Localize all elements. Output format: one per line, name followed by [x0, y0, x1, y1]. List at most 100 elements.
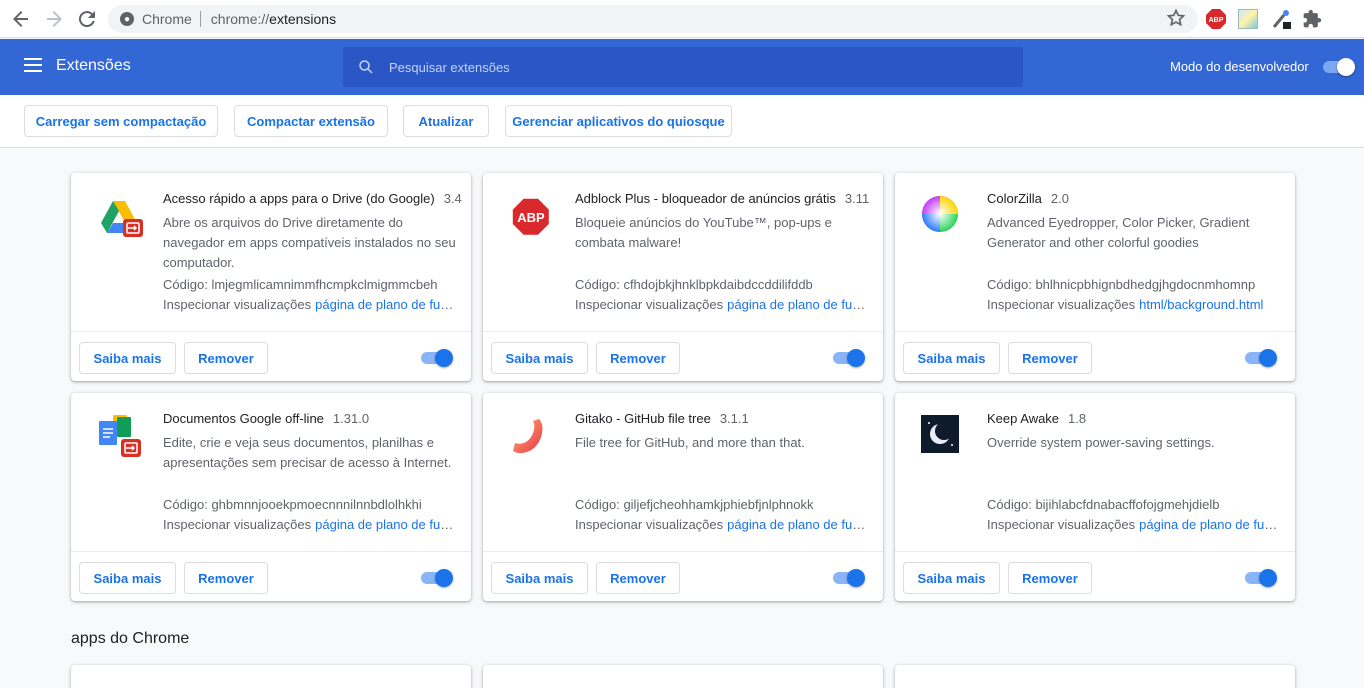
inspect-label: Inspecionar visualizações: [987, 517, 1136, 532]
enable-toggle[interactable]: [1243, 569, 1277, 587]
details-button[interactable]: Saiba mais: [79, 562, 176, 594]
svg-text:ABP: ABP: [517, 210, 545, 225]
chrome-site-icon: ●: [120, 12, 134, 26]
url-path: extensions: [269, 11, 337, 27]
pack-extension-button[interactable]: Compactar extensão: [234, 105, 388, 137]
inspect-views-line: Inspecionar visualizações página de plano…: [163, 517, 455, 532]
enable-toggle[interactable]: [831, 569, 865, 587]
remove-button[interactable]: Remover: [596, 562, 680, 594]
card-footer: Saiba mais Remover: [71, 551, 471, 601]
address-bar[interactable]: ● Chrome chrome://extensions: [108, 5, 1198, 33]
extension-id-line: Código: ghbmnnjooekpmoecnnnilnnbdlolhkhi: [163, 497, 422, 512]
extension-name-line: Keep Awake 1.8: [987, 411, 1279, 426]
extension-version: 3.11: [844, 191, 870, 206]
extension-id: lmjegmlicamnimmfhcmpkclmigmmcbeh: [211, 277, 438, 292]
extension-version: 1.31.0: [332, 411, 370, 426]
inspect-views-line: Inspecionar visualizações página de plano…: [575, 517, 867, 532]
extension-name-line: Documentos Google off-line 1.31.0: [163, 411, 455, 426]
svg-text:ABP: ABP: [1209, 17, 1224, 24]
dev-mode-toggle[interactable]: [1323, 58, 1355, 76]
remove-button[interactable]: Remover: [596, 342, 680, 374]
inspect-label: Inspecionar visualizações: [987, 297, 1136, 312]
site-chip: Chrome: [142, 11, 192, 27]
back-arrow-icon[interactable]: [9, 7, 33, 31]
details-button[interactable]: Saiba mais: [491, 342, 588, 374]
extension-id-line: Código: cfhdojbkjhnklbpkdaibdccddilifddb: [575, 277, 813, 292]
extension-name: Documentos Google off-line: [163, 411, 324, 426]
extension-version: 2.0: [1050, 191, 1069, 206]
extension-id-line: Código: giljefjcheohhamkjphiebfjnlphnokk: [575, 497, 814, 512]
extension-id: ghbmnnjooekpmoecnnnilnnbdlolhkhi: [211, 497, 422, 512]
image-extension-toolbar-icon[interactable]: [1238, 9, 1258, 29]
extension-id: cfhdojbkjhnklbpkdaibdccddilifddb: [623, 277, 813, 292]
card-footer: Saiba mais Remover: [895, 331, 1295, 381]
extension-version: 3.4: [443, 191, 462, 206]
extension-name: Gitako - GitHub file tree: [575, 411, 711, 426]
enable-toggle[interactable]: [419, 569, 453, 587]
enable-toggle[interactable]: [1243, 349, 1277, 367]
remove-button[interactable]: Remover: [184, 342, 268, 374]
kiosk-apps-button[interactable]: Gerenciar aplicativos do quiosque: [505, 105, 732, 137]
drive-app-icon: [97, 195, 145, 243]
inspect-label: Inspecionar visualizações: [575, 517, 724, 532]
extension-name: ColorZilla: [987, 191, 1042, 206]
extension-name: Keep Awake: [987, 411, 1060, 426]
search-input[interactable]: [389, 59, 989, 75]
inspect-link[interactable]: página de plano de fundo: [1139, 517, 1279, 532]
adblock-plus-toolbar-icon[interactable]: ABP: [1206, 9, 1226, 29]
keep-awake-moon-icon: [921, 415, 969, 463]
page-title: Extensões: [56, 57, 131, 74]
extension-id-line: Código: bhlhnicpbhignbdhedgjhgdocnmhomnp: [987, 277, 1255, 292]
details-button[interactable]: Saiba mais: [903, 562, 1000, 594]
extensions-puzzle-icon[interactable]: [1302, 9, 1322, 29]
inspect-link[interactable]: página de plano de fundo: [727, 517, 867, 532]
tools-extension-toolbar-icon[interactable]: [1272, 9, 1292, 29]
code-label: Código:: [987, 277, 1032, 292]
apps-section-title: apps do Chrome: [71, 630, 190, 647]
code-label: Código:: [575, 497, 620, 512]
extension-id: bhlhnicpbhignbdhedgjhgdocnmhomnp: [1035, 277, 1256, 292]
enable-toggle[interactable]: [419, 349, 453, 367]
app-card: [483, 665, 883, 688]
code-label: Código:: [987, 497, 1032, 512]
card-footer: Saiba mais Remover: [71, 331, 471, 381]
details-button[interactable]: Saiba mais: [79, 342, 176, 374]
search-box[interactable]: [343, 47, 1023, 87]
inspect-label: Inspecionar visualizações: [575, 297, 724, 312]
extension-id: bijihlabcfdnabacffofojgmehjdielb: [1035, 497, 1220, 512]
app-card: [71, 665, 471, 688]
extension-name: Adblock Plus - bloqueador de anúncios gr…: [575, 191, 836, 206]
inspect-link[interactable]: página de plano de fundo: [315, 517, 455, 532]
url-scheme: chrome://: [210, 11, 270, 27]
reload-icon[interactable]: [75, 7, 99, 31]
enable-toggle[interactable]: [831, 349, 865, 367]
remove-button[interactable]: Remover: [1008, 562, 1092, 594]
inspect-link[interactable]: página de plano de fundo: [315, 297, 455, 312]
remove-button[interactable]: Remover: [1008, 342, 1092, 374]
extension-description: Bloqueie anúncios do YouTube™, pop-ups e…: [575, 215, 832, 250]
extension-card-adblock: ABP Adblock Plus - bloqueador de anúncio…: [483, 173, 883, 381]
load-unpacked-button[interactable]: Carregar sem compactação: [24, 105, 218, 137]
forward-arrow-icon[interactable]: [42, 7, 66, 31]
browser-toolbar: ● Chrome chrome://extensions ABP: [0, 0, 1364, 38]
inspect-link[interactable]: página de plano de fundo: [727, 297, 867, 312]
extension-description: Edite, crie e veja seus documentos, plan…: [163, 435, 452, 470]
code-label: Código:: [575, 277, 620, 292]
url-text: chrome://extensions: [211, 11, 336, 27]
remove-button[interactable]: Remover: [184, 562, 268, 594]
extension-card-gitako: Gitako - GitHub file tree 3.1.1 File tree…: [483, 393, 883, 601]
extension-name-line: ColorZilla 2.0: [987, 191, 1279, 206]
inspect-link[interactable]: html/background.html: [1139, 297, 1263, 312]
extension-description: Advanced Eyedropper, Color Picker, Gradi…: [987, 215, 1250, 250]
extensions-header: Extensões Modo do desenvolvedor: [0, 39, 1364, 95]
extension-name-line: Gitako - GitHub file tree 3.1.1: [575, 411, 867, 426]
update-button[interactable]: Atualizar: [403, 105, 489, 137]
bookmark-star-icon[interactable]: [1166, 8, 1186, 33]
details-button[interactable]: Saiba mais: [491, 562, 588, 594]
hamburger-menu-icon[interactable]: [24, 58, 42, 72]
adblock-plus-icon: ABP: [509, 195, 557, 243]
extension-id-line: Código: bijihlabcfdnabacffofojgmehjdielb: [987, 497, 1220, 512]
details-button[interactable]: Saiba mais: [903, 342, 1000, 374]
extension-card-colorzilla: ColorZilla 2.0 Advanced Eyedropper, Color…: [895, 173, 1295, 381]
extension-name: Acesso rápido a apps para o Drive (do Go…: [163, 191, 435, 206]
